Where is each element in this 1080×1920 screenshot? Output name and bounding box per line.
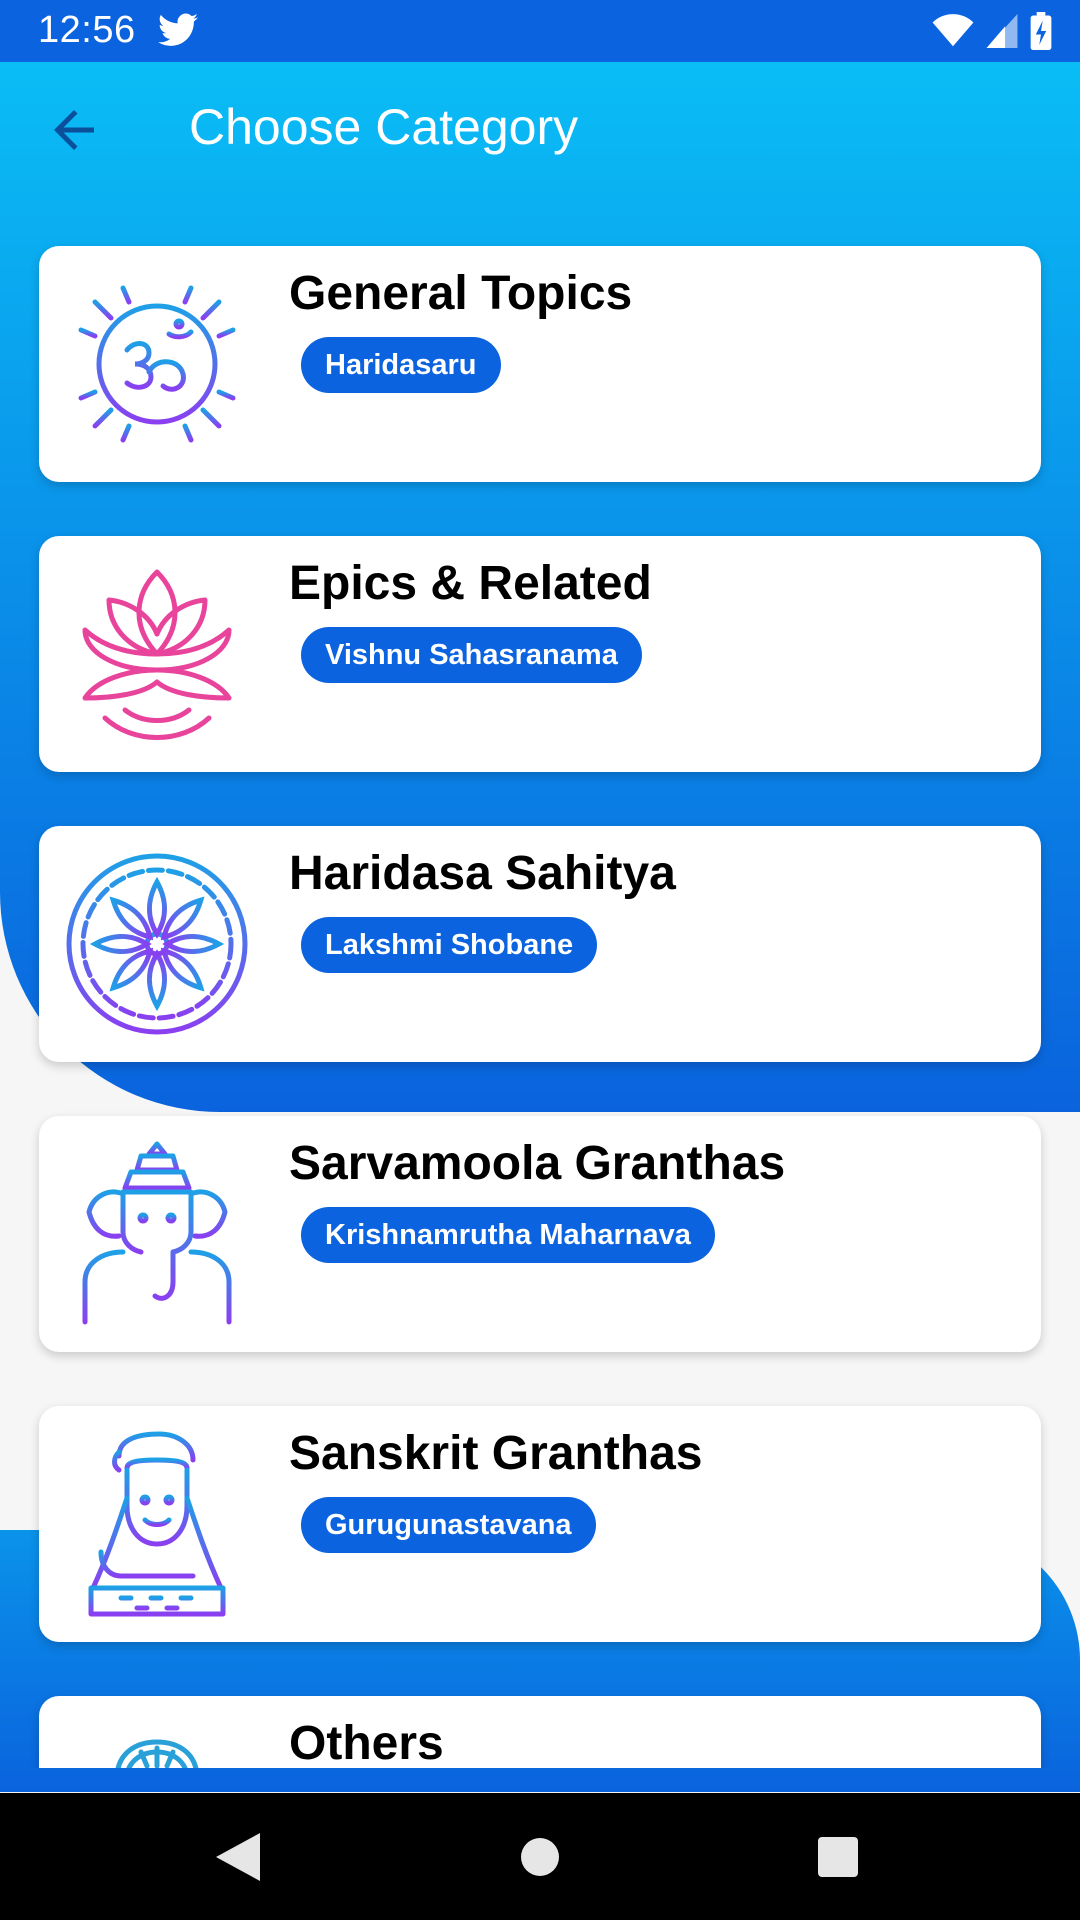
category-tag: Krishnamrutha Maharnava (301, 1207, 715, 1263)
category-name: Sarvamoola Granthas (289, 1137, 786, 1190)
ganesha-icon (61, 1138, 253, 1330)
category-tag: Gurugunastavana (301, 1497, 596, 1553)
system-nav-bar (0, 1793, 1080, 1920)
arrow-left-icon (54, 110, 94, 150)
category-card-sarvamoola-granthas[interactable]: Sarvamoola Granthas Krishnamrutha Maharn… (39, 1116, 1041, 1352)
battery-charging-icon (1030, 12, 1052, 55)
category-card-general-topics[interactable]: General Topics Haridasaru (39, 246, 1041, 482)
om-sun-icon (61, 268, 253, 460)
twitter-icon (158, 12, 198, 53)
app-toolbar: Choose Category (0, 62, 1080, 198)
nav-home-icon[interactable] (520, 1833, 560, 1886)
category-tag: Vishnu Sahasranama (301, 627, 642, 683)
nav-back-icon[interactable] (216, 1833, 260, 1886)
category-list[interactable]: General Topics Haridasaru Epics & Relate… (0, 198, 1080, 1768)
status-time: 12:56 (38, 9, 136, 51)
nav-recents-icon[interactable] (816, 1833, 860, 1886)
category-tag: Haridasaru (301, 337, 501, 393)
wifi-icon (932, 14, 974, 53)
category-name: Haridasa Sahitya (289, 847, 676, 900)
category-name: General Topics (289, 267, 633, 320)
category-name: Others (289, 1717, 444, 1768)
category-card-sanskrit-granthas[interactable]: Sanskrit Granthas Gurugunastavana (39, 1406, 1041, 1642)
temple-icon (61, 1718, 253, 1768)
category-name: Epics & Related (289, 557, 652, 610)
chakra-flower-icon (61, 848, 253, 1040)
status-bar: 12:56 (0, 0, 1080, 62)
category-name: Sanskrit Granthas (289, 1427, 703, 1480)
back-button[interactable] (44, 100, 104, 160)
page-title: Choose Category (189, 99, 579, 155)
category-card-others[interactable]: Others (39, 1696, 1041, 1768)
lotus-icon (61, 558, 253, 750)
category-card-haridasa-sahitya[interactable]: Haridasa Sahitya Lakshmi Shobane (39, 826, 1041, 1062)
shiva-icon (61, 1428, 253, 1620)
category-tag: Lakshmi Shobane (301, 917, 598, 973)
signal-icon (986, 14, 1018, 53)
category-card-epics-related[interactable]: Epics & Related Vishnu Sahasranama (39, 536, 1041, 772)
